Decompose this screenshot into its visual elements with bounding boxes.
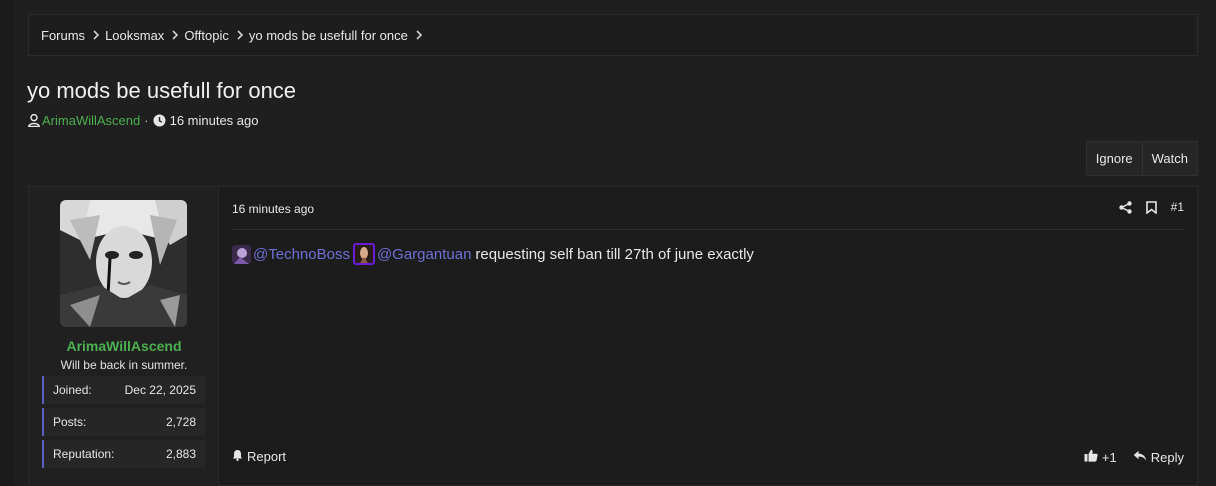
divider <box>232 229 1184 230</box>
breadcrumb-link[interactable]: Offtopic <box>184 28 229 43</box>
like-button[interactable]: +1 <box>1084 449 1117 465</box>
bell-icon <box>232 449 243 464</box>
stat-value: Dec 22, 2025 <box>124 383 196 397</box>
post-text: requesting self ban till 27th of june ex… <box>475 245 754 263</box>
avatar[interactable] <box>60 200 187 327</box>
mention-link[interactable]: @TechnoBoss <box>253 246 350 263</box>
reply-icon <box>1133 450 1147 465</box>
page-title: yo mods be usefull for once <box>27 78 297 103</box>
stat-label: Joined: <box>53 383 92 397</box>
report-label[interactable]: Report <box>247 449 286 464</box>
bookmark-icon[interactable] <box>1145 200 1157 214</box>
thread-actions: Ignore Watch <box>1085 141 1198 176</box>
thread-meta: ArimaWillAscend · 16 minutes ago <box>28 113 259 128</box>
meta-separator: · <box>144 113 149 128</box>
breadcrumb-item-thread[interactable]: yo mods be usefull for once <box>249 28 428 43</box>
post-body: @TechnoBoss @Gargantuan requesting self … <box>232 243 754 265</box>
post-date[interactable]: 16 minutes ago <box>232 202 314 216</box>
breadcrumb-link[interactable]: yo mods be usefull for once <box>249 28 408 43</box>
breadcrumb-link[interactable]: Forums <box>41 28 85 43</box>
stat-value: 2,883 <box>165 447 196 461</box>
mention-avatar <box>232 244 251 264</box>
stat-label: Reputation: <box>53 447 115 461</box>
user-title: Will be back in summer. <box>60 358 188 372</box>
breadcrumb-item-offtopic[interactable]: Offtopic <box>184 28 249 43</box>
breadcrumb-link[interactable]: Looksmax <box>105 28 164 43</box>
watch-button[interactable]: Watch <box>1141 142 1197 175</box>
thread-time[interactable]: 16 minutes ago <box>170 113 259 128</box>
reply-label[interactable]: Reply <box>1151 450 1184 465</box>
stat-posts: Posts: 2,728 <box>42 408 206 436</box>
thumbs-up-icon <box>1084 449 1098 465</box>
stat-label: Posts: <box>53 415 87 429</box>
chevron-right-icon <box>168 30 182 40</box>
ignore-button[interactable]: Ignore <box>1087 142 1142 175</box>
post: ArimaWillAscend Will be back in summer. … <box>28 186 1198 486</box>
report-link[interactable]: Report <box>232 449 286 464</box>
share-icon[interactable] <box>1118 200 1132 214</box>
user-icon <box>28 114 40 127</box>
post-main: 16 minutes ago #1 @TechnoBoss @Gargantua… <box>232 187 1184 486</box>
like-count[interactable]: +1 <box>1102 450 1117 465</box>
reply-button[interactable]: Reply <box>1133 450 1184 465</box>
chevron-right-icon <box>89 30 103 40</box>
stat-reputation: Reputation: 2,883 <box>42 440 206 468</box>
breadcrumb-item-forums[interactable]: Forums <box>41 28 105 43</box>
mention-link[interactable]: @Gargantuan <box>377 246 471 263</box>
post-tools: #1 <box>1118 200 1184 214</box>
chevron-right-icon <box>412 30 426 40</box>
post-username[interactable]: ArimaWillAscend <box>29 338 219 354</box>
stat-joined: Joined: Dec 22, 2025 <box>42 376 206 404</box>
thread-author-link[interactable]: ArimaWillAscend <box>42 113 140 128</box>
stat-value[interactable]: 2,728 <box>166 415 196 429</box>
breadcrumb-item-looksmax[interactable]: Looksmax <box>105 28 184 43</box>
post-number[interactable]: #1 <box>1171 200 1184 214</box>
chevron-right-icon <box>233 30 247 40</box>
mention-avatar <box>352 243 375 265</box>
breadcrumb: Forums Looksmax Offtopic yo mods be usef… <box>28 14 1198 56</box>
clock-icon <box>153 114 166 127</box>
post-user-column: ArimaWillAscend Will be back in summer. … <box>29 187 219 486</box>
post-footer-actions: +1 Reply <box>1084 449 1184 465</box>
